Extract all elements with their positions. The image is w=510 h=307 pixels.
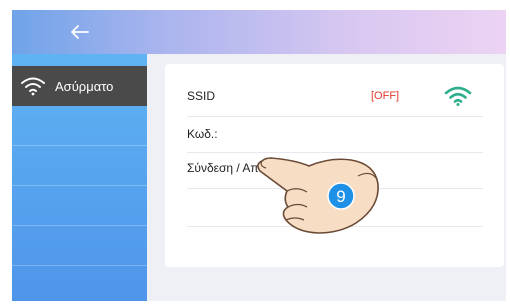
top-bar [12, 10, 506, 54]
sidebar-item-empty [12, 186, 147, 226]
sidebar-item-empty [12, 146, 147, 186]
sidebar: Ασύρματο [12, 54, 147, 301]
divider [187, 188, 483, 189]
arrow-left-icon [70, 25, 89, 39]
sidebar-item-label: Ασύρματο [55, 78, 114, 94]
connect-row[interactable]: Σύνδεση / Αποσύνδ: [165, 150, 504, 186]
wifi-icon [21, 77, 45, 96]
back-button[interactable] [12, 10, 147, 54]
divider [187, 226, 483, 227]
screen: Ασύρματο SSID [OFF] Κωδ.: Σύνδεση / Αποσ… [12, 10, 506, 301]
wifi-signal-icon [444, 86, 472, 106]
password-row[interactable]: Κωδ.: [165, 116, 504, 152]
wifi-status-badge: [OFF] [371, 90, 400, 102]
wifi-settings-panel: SSID [OFF] Κωδ.: Σύνδεση / Αποσύνδ: [165, 64, 504, 267]
sidebar-item-wireless[interactable]: Ασύρματο [12, 66, 147, 106]
ssid-row[interactable]: SSID [OFF] [165, 78, 504, 114]
sidebar-item-empty [12, 226, 147, 266]
password-label: Κωδ.: [187, 127, 218, 141]
connect-label: Σύνδεση / Αποσύνδ: [187, 161, 296, 175]
sidebar-item-empty [12, 106, 147, 146]
ssid-label: SSID [187, 89, 216, 103]
